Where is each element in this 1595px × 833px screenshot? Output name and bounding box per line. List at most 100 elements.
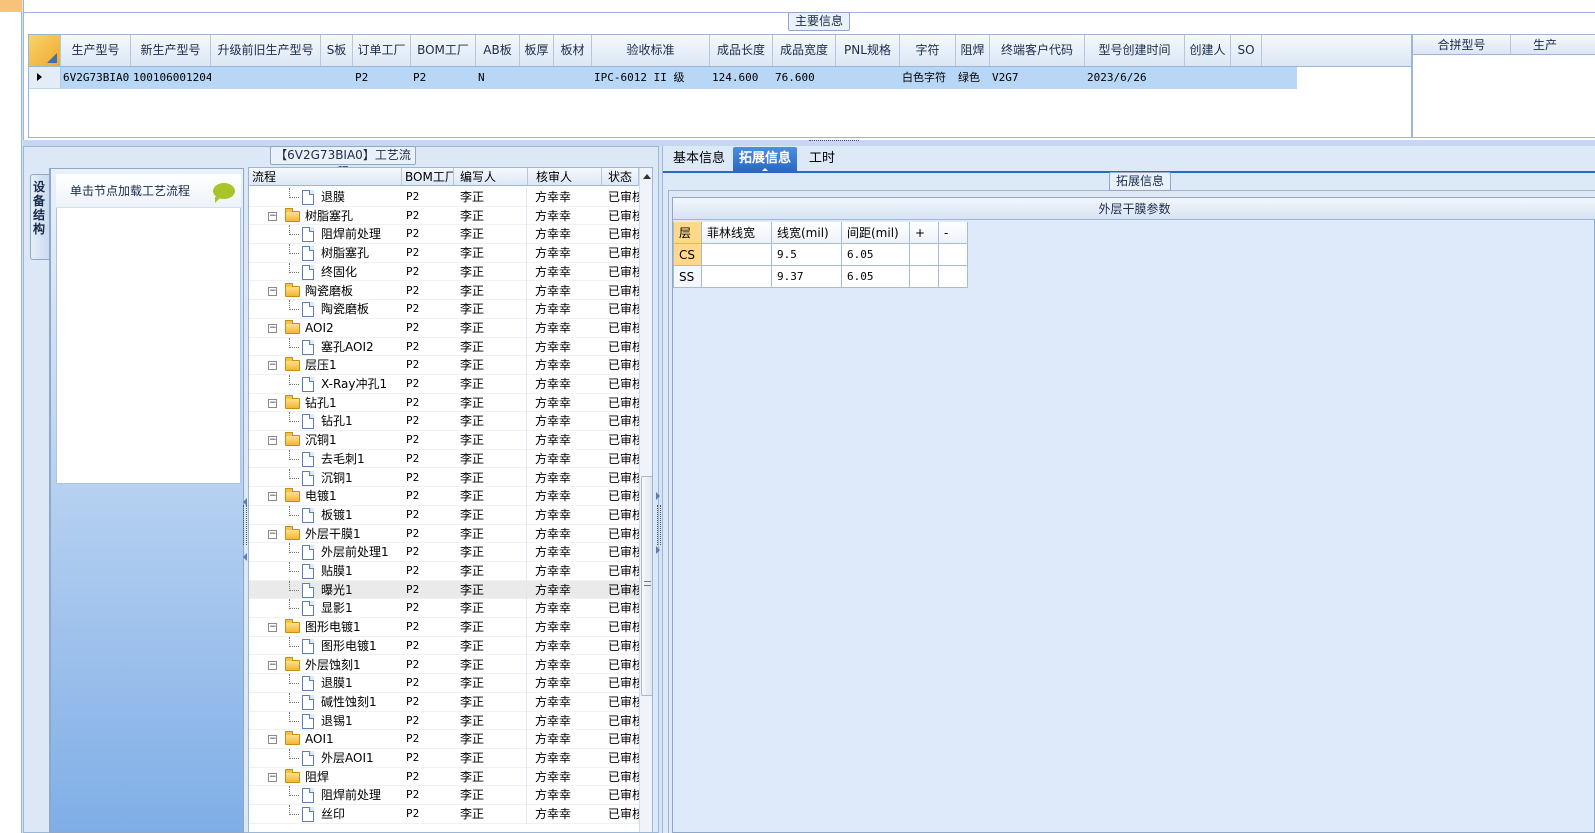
collapse-node-icon[interactable]: −	[268, 529, 277, 539]
collapse-node-icon[interactable]: −	[268, 211, 277, 221]
tree-row[interactable]: 沉铜1 P2 李正 方幸幸 已审核	[249, 468, 639, 488]
tab-basic-info[interactable]: 基本信息	[667, 147, 731, 171]
cell-length[interactable]: 124.600	[710, 67, 773, 88]
collapse-node-icon[interactable]: −	[268, 492, 277, 502]
tree-row[interactable]: 塞孔AOI2 P2 李正 方幸幸 已审核	[249, 337, 639, 357]
tree-row[interactable]: 图形电镀1 P2 李正 方幸幸 已审核	[249, 636, 639, 656]
cell-old-model[interactable]	[211, 67, 321, 88]
nav-list-box[interactable]	[56, 174, 241, 484]
header-create-time[interactable]: 型号创建时间	[1085, 35, 1185, 66]
tree-row[interactable]: 退膜1 P2 李正 方幸幸 已审核	[249, 674, 639, 694]
side-header-production[interactable]: 生产	[1511, 35, 1595, 55]
param-header-add[interactable]: +	[910, 222, 939, 244]
cell-so[interactable]	[1231, 67, 1262, 88]
tree-row[interactable]: − 层压1 P2 李正 方幸幸 已审核	[249, 356, 639, 376]
tree-header-status[interactable]: 状态	[602, 168, 639, 186]
header-pnl-spec[interactable]: PNL规格	[836, 35, 900, 66]
right-splitter-grip-icon[interactable]	[657, 505, 661, 545]
header-model[interactable]: 生产型号	[61, 35, 131, 66]
param-cell-layer[interactable]: CS	[673, 244, 702, 266]
header-legend-color[interactable]: 字符	[900, 35, 956, 66]
cell-width[interactable]: 76.600	[773, 67, 836, 88]
param-cell-add[interactable]	[910, 244, 939, 266]
tree-row[interactable]: − 外层干膜1 P2 李正 方幸幸 已审核	[249, 524, 639, 544]
param-cell-film-width[interactable]	[702, 244, 772, 266]
header-s-board[interactable]: S板	[321, 35, 353, 66]
cell-creator[interactable]	[1185, 67, 1231, 88]
tree-row[interactable]: 钻孔1 P2 李正 方幸幸 已审核	[249, 412, 639, 432]
cell-create-time[interactable]: 2023/6/26	[1085, 67, 1185, 88]
tree-row[interactable]: − AOI1 P2 李正 方幸幸 已审核	[249, 730, 639, 750]
tree-row[interactable]: − 树脂塞孔 P2 李正 方幸幸 已审核	[249, 206, 639, 226]
collapse-node-icon[interactable]: −	[268, 398, 277, 408]
cell-new-model[interactable]: 10010600120461	[131, 67, 211, 88]
tree-row[interactable]: 退膜 P2 李正 方幸幸 已审核	[249, 188, 639, 207]
tree-row[interactable]: 曝光1 P2 李正 方幸幸 已审核	[249, 580, 639, 600]
param-cell-line-width[interactable]: 9.37	[772, 266, 842, 288]
cell-customer-code[interactable]: V2G7	[990, 67, 1085, 88]
tree-header-writer[interactable]: 编写人	[454, 168, 528, 186]
collapse-left-icon-2[interactable]	[243, 553, 247, 561]
tree-row[interactable]: 显影1 P2 李正 方幸幸 已审核	[249, 599, 639, 619]
cell-ab-board[interactable]: N	[476, 67, 520, 88]
tree-row[interactable]: 板镀1 P2 李正 方幸幸 已审核	[249, 505, 639, 525]
tab-extended-info[interactable]: 拓展信息	[733, 147, 798, 172]
tree-row[interactable]: 陶瓷磨板 P2 李正 方幸幸 已审核	[249, 300, 639, 320]
tree-header-reviewer[interactable]: 核审人	[528, 168, 602, 186]
tree-row[interactable]: 阻焊前处理 P2 李正 方幸幸 已审核	[249, 786, 639, 806]
tree-row[interactable]: X-Ray冲孔1 P2 李正 方幸幸 已审核	[249, 375, 639, 394]
tree-row[interactable]: − AOI2 P2 李正 方幸幸 已审核	[249, 318, 639, 338]
cell-legend-color[interactable]: 白色字符	[900, 67, 956, 88]
tree-row[interactable]: − 沉铜1 P2 李正 方幸幸 已审核	[249, 431, 639, 451]
cell-bom-factory[interactable]: P2	[411, 67, 476, 88]
tree-row[interactable]: 阻焊前处理 P2 李正 方幸幸 已审核	[249, 225, 639, 245]
merge-model-grid[interactable]: 合拼型号 生产	[1412, 34, 1595, 138]
process-tree-grid[interactable]: 流程 BOM工厂 编写人 核审人 状态 退膜P2李正方幸幸已审核−树脂塞孔P2李…	[248, 167, 653, 833]
tree-row[interactable]: − 外层蚀刻1 P2 李正 方幸幸 已审核	[249, 655, 639, 675]
main-info-grid[interactable]: 生产型号 新生产型号 升级前旧生产型号 S板 订单工厂 BOM工厂 AB板 板厚 板材 验收标准成…	[28, 34, 1412, 138]
tree-row[interactable]: 贴膜1 P2 李正 方幸幸 已审核	[249, 562, 639, 581]
cell-s-board[interactable]	[321, 67, 353, 88]
tree-row[interactable]: 外层AOI1 P2 李正 方幸幸 已审核	[249, 749, 639, 768]
param-cell-add[interactable]	[910, 266, 939, 288]
param-cell-film-width[interactable]	[702, 266, 772, 288]
tree-row[interactable]: − 电镀1 P2 李正 方幸幸 已审核	[249, 487, 639, 507]
tree-row[interactable]: 碱性蚀刻1 P2 李正 方幸幸 已审核	[249, 692, 639, 712]
collapse-node-icon[interactable]: −	[268, 735, 277, 745]
header-new-model[interactable]: 新生产型号	[131, 35, 211, 66]
tree-row[interactable]: 外层前处理1 P2 李正 方幸幸 已审核	[249, 543, 639, 563]
header-ab-board[interactable]: AB板	[476, 35, 520, 66]
tree-header-flow[interactable]: 流程	[249, 168, 402, 186]
cell-order-factory[interactable]: P2	[353, 67, 411, 88]
header-acceptance-std[interactable]: 验收标准	[592, 35, 710, 66]
cell-thickness[interactable]	[520, 67, 554, 88]
header-bom-factory[interactable]: BOM工厂	[411, 35, 476, 66]
tree-header-bom-factory[interactable]: BOM工厂	[402, 168, 454, 186]
scroll-up-arrow-icon[interactable]	[643, 174, 651, 179]
tab-work-hours[interactable]: 工时	[803, 147, 841, 171]
cell-acceptance-std[interactable]: IPC-6012 II 级	[592, 67, 710, 88]
header-width[interactable]: 成品宽度	[773, 35, 836, 66]
collapse-node-icon[interactable]: −	[268, 361, 277, 371]
left-splitter-grip-icon[interactable]	[243, 505, 247, 545]
main-grid-row[interactable]: 6V2G73BIA010010600120461P2P2NIPC-6012 II…	[29, 67, 1297, 89]
header-old-model[interactable]: 升级前旧生产型号	[211, 35, 321, 66]
param-cell-remove[interactable]	[939, 244, 968, 266]
header-so[interactable]: SO	[1231, 35, 1262, 66]
param-cell-spacing[interactable]: 6.05	[842, 266, 910, 288]
param-cell-layer[interactable]: SS	[673, 266, 702, 288]
tree-row[interactable]: 去毛刺1 P2 李正 方幸幸 已审核	[249, 449, 639, 469]
collapse-left-icon[interactable]	[243, 498, 247, 506]
tree-row[interactable]: 终固化 P2 李正 方幸幸 已审核	[249, 262, 639, 282]
tree-row[interactable]: − 阻焊 P2 李正 方幸幸 已审核	[249, 767, 639, 787]
cell-material[interactable]	[554, 67, 592, 88]
header-creator[interactable]: 创建人	[1185, 35, 1231, 66]
tree-row[interactable]: − 陶瓷磨板 P2 李正 方幸幸 已审核	[249, 281, 639, 301]
collapse-node-icon[interactable]: −	[268, 286, 277, 296]
equipment-structure-tab[interactable]: 设备结构	[30, 168, 50, 833]
grid-select-all-corner[interactable]	[29, 35, 61, 66]
param-header-remove[interactable]: -	[939, 222, 968, 244]
header-customer-code[interactable]: 终端客户代码	[990, 35, 1085, 66]
collapse-node-icon[interactable]: −	[268, 772, 277, 782]
header-order-factory[interactable]: 订单工厂	[353, 35, 411, 66]
